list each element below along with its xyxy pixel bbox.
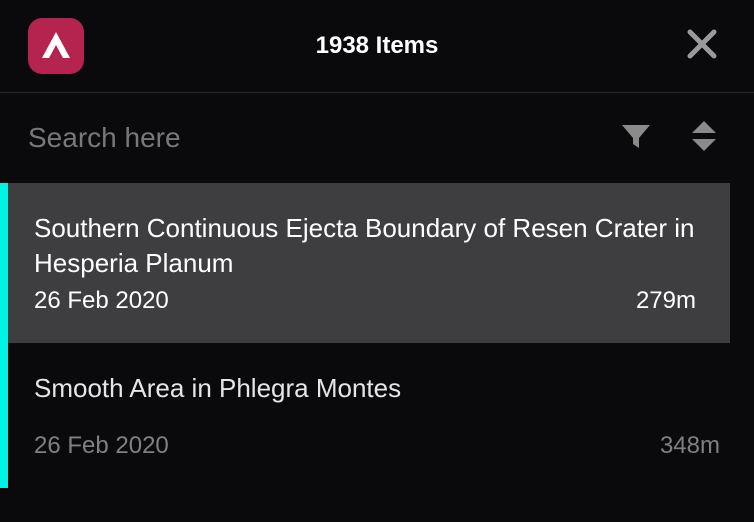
item-date: 26 Feb 2020 [34, 432, 169, 460]
item-title: Southern Continuous Ejecta Boundary of R… [34, 211, 696, 281]
item-value: 348m [660, 432, 720, 460]
items-list: Southern Continuous Ejecta Boundary of R… [0, 183, 754, 488]
search-bar [0, 93, 754, 183]
filter-button[interactable] [614, 114, 658, 163]
selection-accent [0, 183, 8, 343]
app-logo [28, 18, 84, 74]
item-title: Smooth Area in Phlegra Montes [34, 371, 720, 406]
item-meta: 26 Feb 2020 348m [34, 432, 720, 460]
logo-triangle-icon [38, 28, 74, 64]
list-item[interactable]: Smooth Area in Phlegra Montes 26 Feb 202… [0, 343, 754, 488]
sort-updown-icon [686, 118, 722, 154]
item-meta: 26 Feb 2020 279m [34, 287, 696, 315]
item-value: 279m [636, 287, 696, 315]
close-button[interactable] [678, 20, 726, 73]
app-header: 1938 Items [0, 0, 754, 92]
item-count-title: 1938 Items [316, 32, 439, 60]
close-icon [684, 26, 720, 62]
selection-accent [0, 343, 8, 488]
list-item[interactable]: Southern Continuous Ejecta Boundary of R… [0, 183, 730, 343]
search-input[interactable] [28, 122, 614, 154]
sort-button[interactable] [682, 114, 726, 163]
item-date: 26 Feb 2020 [34, 287, 169, 315]
filter-icon [618, 118, 654, 154]
